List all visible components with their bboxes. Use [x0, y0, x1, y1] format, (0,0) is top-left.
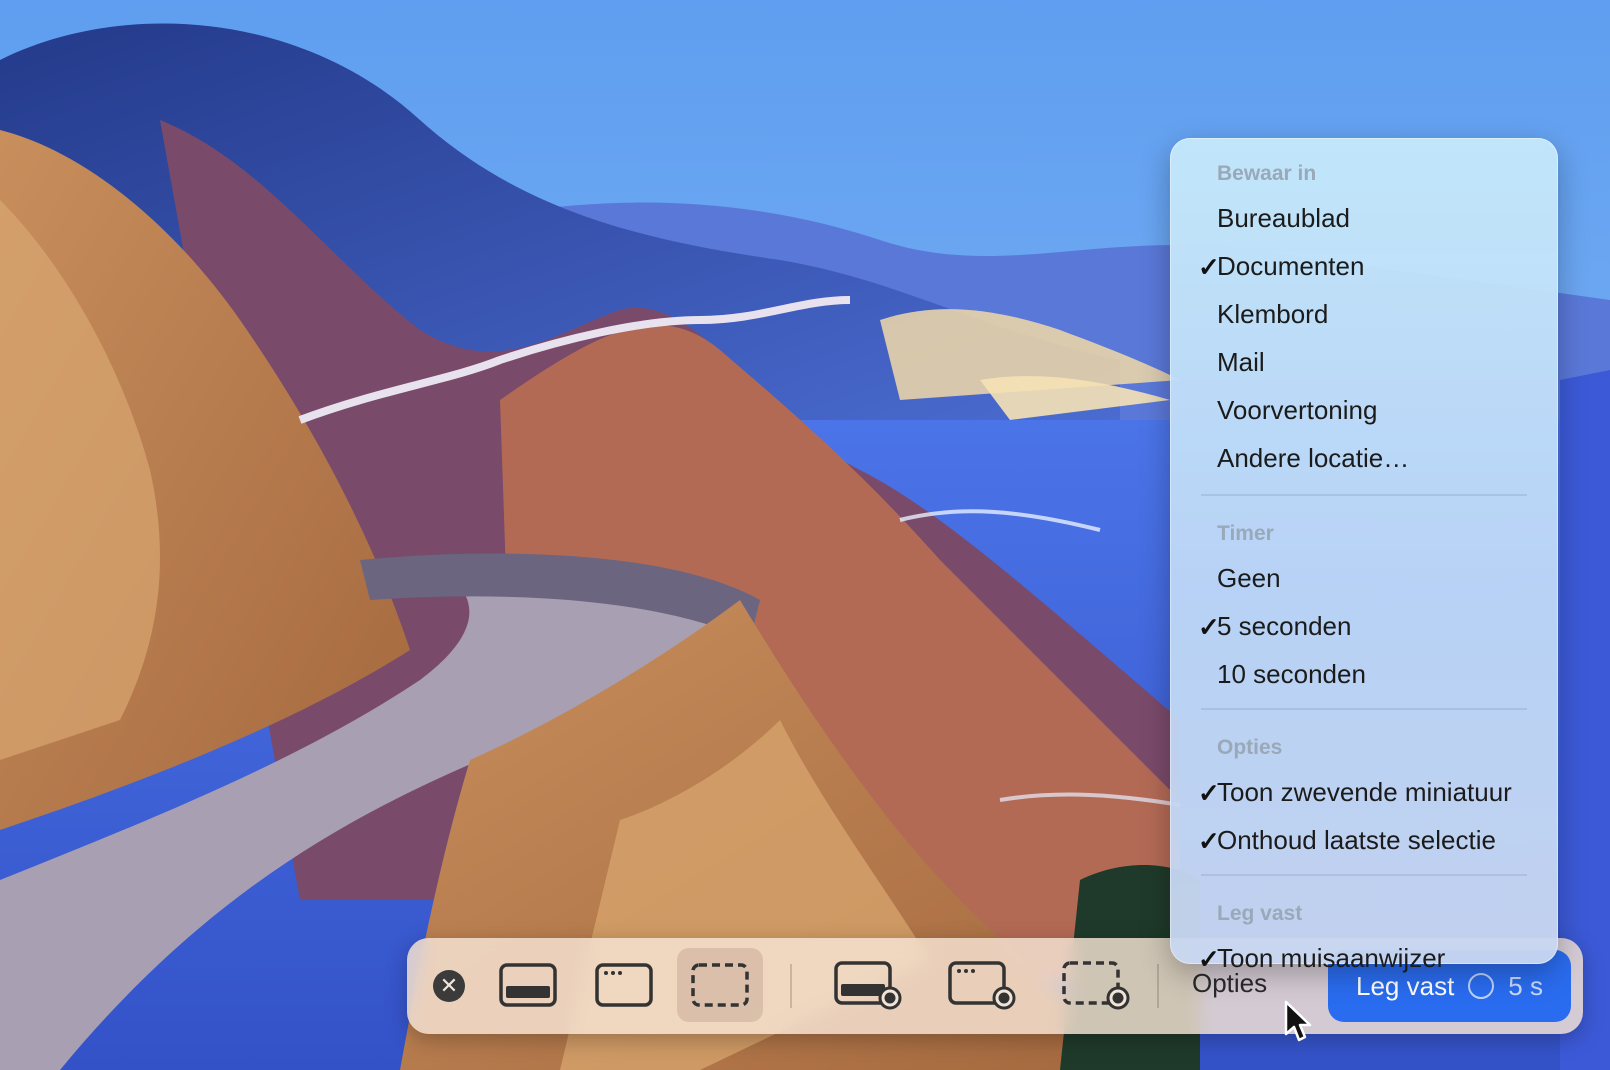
selection-icon [691, 963, 749, 1007]
record-entire-screen-button[interactable] [825, 948, 911, 1022]
menu-header-save-to: Bewaar in [1217, 162, 1317, 185]
menu-item-label: Bureaublad [1217, 203, 1350, 233]
menu-item-documents[interactable]: ✓ Documenten [1182, 244, 1546, 288]
menu-item-timer-none[interactable]: Geen [1182, 556, 1546, 600]
menu-item-timer-5s[interactable]: ✓ 5 seconden [1182, 604, 1546, 648]
record-selection-button[interactable] [1053, 948, 1139, 1022]
capture-window-button[interactable] [581, 948, 667, 1022]
menu-header-timer: Timer [1217, 522, 1274, 545]
menu-item-label: Andere locatie… [1217, 443, 1410, 473]
record-selection-icon [1062, 961, 1130, 1010]
toolbar-divider [790, 964, 792, 1008]
menu-item-preview[interactable]: Voorvertoning [1182, 388, 1546, 432]
menu-item-clipboard[interactable]: Klembord [1182, 292, 1546, 336]
mouse-cursor-icon [1284, 1000, 1312, 1042]
menu-item-label: Toon muisaanwijzer [1217, 943, 1446, 973]
record-screen-icon [834, 961, 902, 1010]
menu-item-label: 10 seconden [1217, 659, 1366, 689]
menu-item-label: Voorvertoning [1217, 395, 1378, 425]
capture-entire-screen-button[interactable] [485, 948, 571, 1022]
entire-screen-icon [499, 963, 557, 1007]
menu-item-timer-10s[interactable]: 10 seconden [1182, 652, 1546, 696]
menu-separator [1201, 708, 1527, 710]
record-window-icon [948, 961, 1016, 1010]
menu-item-other-location[interactable]: Andere locatie… [1182, 436, 1546, 480]
menu-header-capture: Leg vast [1217, 902, 1303, 925]
menu-separator [1201, 494, 1527, 496]
menu-header-options: Opties [1217, 736, 1283, 759]
options-menu: Bewaar in Bureaublad ✓ Documenten Klembo… [1170, 138, 1558, 974]
close-icon[interactable]: ✕ [433, 970, 465, 1002]
menu-separator [1201, 874, 1527, 876]
record-window-button[interactable] [939, 948, 1025, 1022]
menu-item-label: Onthoud laatste selectie [1217, 825, 1496, 855]
menu-item-label: Toon zwevende miniatuur [1217, 777, 1512, 807]
menu-item-desktop[interactable]: Bureaublad [1182, 196, 1546, 240]
menu-item-label: Geen [1217, 563, 1281, 593]
menu-item-mail[interactable]: Mail [1182, 340, 1546, 384]
toolbar-divider [1157, 964, 1159, 1008]
menu-item-label: 5 seconden [1217, 611, 1352, 641]
menu-item-show-mouse-pointer[interactable]: ✓ Toon muisaanwijzer [1182, 936, 1546, 980]
window-icon [595, 963, 653, 1007]
menu-item-remember-selection[interactable]: ✓ Onthoud laatste selectie [1182, 818, 1546, 862]
capture-selection-button[interactable] [677, 948, 763, 1022]
menu-item-label: Mail [1217, 347, 1265, 377]
menu-item-label: Klembord [1217, 299, 1329, 329]
menu-item-floating-thumbnail[interactable]: ✓ Toon zwevende miniatuur [1182, 770, 1546, 814]
menu-item-label: Documenten [1217, 251, 1365, 281]
